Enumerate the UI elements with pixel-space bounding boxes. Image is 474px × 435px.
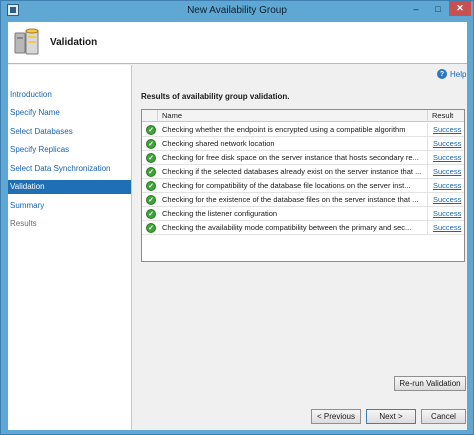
success-icon: ✓	[146, 209, 156, 219]
nav-item-select-data-synchronization[interactable]: Select Data Synchronization	[8, 162, 131, 176]
minimize-icon: –	[413, 3, 419, 14]
result-link[interactable]: Success	[433, 123, 461, 137]
success-icon: ✓	[146, 195, 156, 205]
close-button[interactable]: ✕	[449, 1, 471, 16]
result-link[interactable]: Success	[433, 137, 461, 151]
nav-item-summary[interactable]: Summary	[8, 199, 131, 213]
status-column-header	[142, 110, 158, 122]
nav-item-specify-name[interactable]: Specify Name	[8, 106, 131, 120]
nav-item-results: Results	[10, 219, 37, 228]
nav-item-introduction[interactable]: Introduction	[8, 88, 131, 102]
table-row[interactable]: ✓ Checking for compatibility of the data…	[142, 179, 464, 193]
check-name: Checking shared network location	[162, 137, 428, 151]
result-link[interactable]: Success	[433, 207, 461, 221]
database-wizard-icon	[14, 28, 39, 55]
help-label: Help	[450, 69, 467, 79]
result-link[interactable]: Success	[433, 151, 461, 165]
nav-item-select-databases[interactable]: Select Databases	[8, 125, 131, 139]
success-icon: ✓	[146, 181, 156, 191]
help-icon: ?	[437, 69, 447, 79]
close-icon: ✕	[456, 3, 464, 13]
table-row[interactable]: ✓ Checking shared network location Succe…	[142, 137, 464, 151]
page-header: Validation	[8, 22, 467, 64]
result-link[interactable]: Success	[433, 193, 461, 207]
success-icon: ✓	[146, 125, 156, 135]
check-name: Checking if the selected databases alrea…	[162, 165, 428, 179]
table-header: Name Result	[142, 110, 464, 122]
result-link[interactable]: Success	[433, 221, 461, 235]
table-row[interactable]: ✓ Checking whether the endpoint is encry…	[142, 123, 464, 137]
check-name: Checking whether the endpoint is encrypt…	[162, 123, 428, 137]
page-title: Validation	[50, 37, 98, 48]
table-row[interactable]: ✓ Checking for the existence of the data…	[142, 193, 464, 207]
result-link[interactable]: Success	[433, 179, 461, 193]
result-link[interactable]: Success	[433, 165, 461, 179]
previous-button[interactable]: < Previous	[311, 409, 361, 424]
validation-results-table: Name Result ✓ Checking whether the endpo…	[141, 109, 465, 262]
result-column-header[interactable]: Result	[428, 110, 464, 122]
success-icon: ✓	[146, 167, 156, 177]
results-heading: Results of availability group validation…	[141, 92, 290, 101]
wizard-nav: Introduction Specify Name Select Databas…	[8, 65, 132, 430]
success-icon: ✓	[146, 153, 156, 163]
wizard-window: New Availability Group – □ ✕ Validation …	[0, 0, 474, 435]
wizard-client-area: Validation Introduction Specify Name Sel…	[8, 22, 467, 430]
window-title: New Availability Group	[187, 5, 287, 16]
cancel-button[interactable]: Cancel	[421, 409, 466, 424]
success-icon: ✓	[146, 139, 156, 149]
check-name: Checking for the existence of the databa…	[162, 193, 428, 207]
maximize-button[interactable]: □	[427, 1, 449, 16]
check-name: Checking for compatibility of the databa…	[162, 179, 428, 193]
table-row[interactable]: ✓ Checking if the selected databases alr…	[142, 165, 464, 179]
name-column-header[interactable]: Name	[158, 110, 428, 122]
table-row[interactable]: ✓ Checking for free disk space on the se…	[142, 151, 464, 165]
title-bar[interactable]: New Availability Group – □ ✕	[1, 1, 473, 21]
rerun-validation-button[interactable]: Re-run Validation	[394, 376, 466, 391]
maximize-icon: □	[435, 3, 441, 14]
check-name: Checking for free disk space on the serv…	[162, 151, 428, 165]
check-name: Checking the listener configuration	[162, 207, 428, 221]
minimize-button[interactable]: –	[405, 1, 427, 16]
success-icon: ✓	[146, 223, 156, 233]
nav-item-specify-replicas[interactable]: Specify Replicas	[8, 143, 131, 157]
check-name: Checking the availability mode compatibi…	[162, 221, 428, 235]
table-row[interactable]: ✓ Checking the availability mode compati…	[142, 221, 464, 235]
table-row[interactable]: ✓ Checking the listener configuration Su…	[142, 207, 464, 221]
next-button[interactable]: Next >	[366, 409, 416, 424]
nav-item-validation[interactable]: Validation	[8, 180, 131, 194]
help-link[interactable]: ? Help	[437, 69, 466, 79]
